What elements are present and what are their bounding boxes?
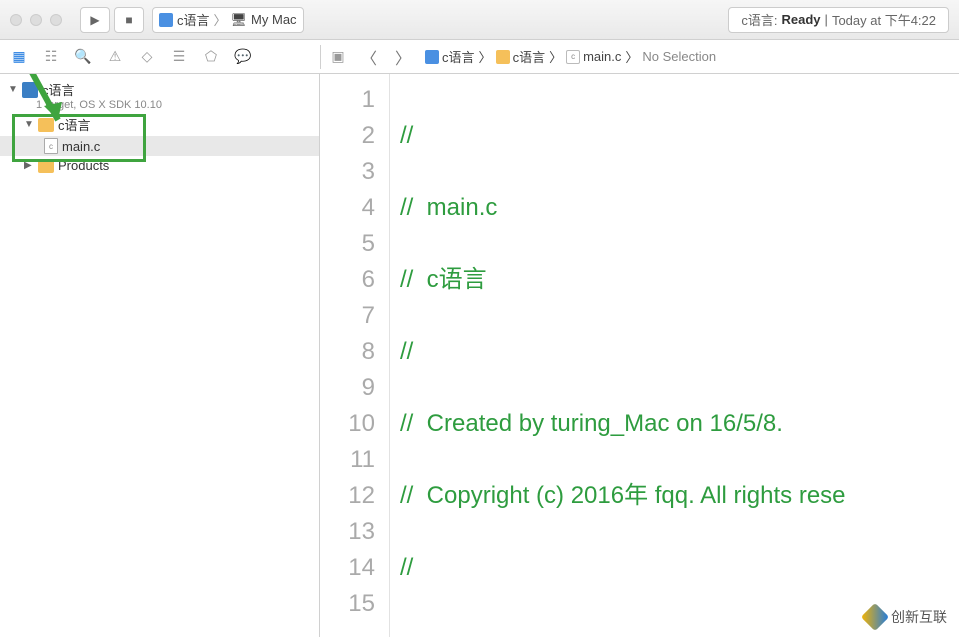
- tree-project[interactable]: ▼ c语言: [0, 78, 319, 101]
- symbol-navigator-icon[interactable]: ☷: [42, 48, 60, 66]
- chevron-right-icon: 〉: [214, 10, 227, 29]
- project-navigator: ▼ c语言 1 target, OS X SDK 10.10 ▼ c语言 c m…: [0, 74, 320, 637]
- line-number: 4: [320, 190, 375, 226]
- line-number: 12: [320, 478, 375, 514]
- breadcrumb[interactable]: c语言 〉 c语言 〉 cmain.c 〉 No Selection: [425, 47, 716, 66]
- line-number: 11: [320, 442, 375, 478]
- line-number: 7: [320, 298, 375, 334]
- no-selection: No Selection: [642, 49, 716, 64]
- line-number: 6: [320, 262, 375, 298]
- monitor-icon: 🖥: [231, 12, 248, 28]
- code-token: //: [400, 554, 413, 581]
- code-token: main.c: [427, 194, 498, 221]
- titlebar: ▶ ■ c语言 〉 🖥 My Mac c语言: Ready | Today at…: [0, 0, 959, 40]
- issue-navigator-icon[interactable]: ⚠: [106, 48, 124, 66]
- navigator-bar: ▦ ☷ 🔍 ⚠ ◇ ☰ ⬠ 💬 ▣ 〈 〉 c语言 〉 c语言 〉 cmain.…: [0, 40, 959, 74]
- line-number: 9: [320, 370, 375, 406]
- watermark-text: 创新互联: [891, 607, 947, 627]
- code-token: //: [400, 338, 413, 365]
- project-icon: [425, 50, 439, 64]
- code-content[interactable]: // // main.c // c语言 // // Created by tur…: [390, 74, 846, 637]
- chevron-right-icon: 〉: [625, 47, 638, 66]
- chevron-right-icon: 〉: [549, 47, 562, 66]
- status-sep: |: [825, 12, 828, 27]
- crumb-file: main.c: [583, 49, 621, 64]
- tree-label: main.c: [62, 139, 100, 154]
- folder-icon: [496, 50, 510, 64]
- code-token: // Created by turing_Mac on 16/5/8.: [400, 410, 783, 437]
- tree-label: c语言: [58, 115, 91, 134]
- traffic-lights: [10, 14, 62, 26]
- project-icon: [22, 82, 38, 98]
- line-gutter: 1 2 3 4 5 6 7 8 9 10 11 12 13 14 15: [320, 74, 390, 637]
- code-token: c语言: [427, 266, 487, 293]
- code-token: //: [400, 266, 427, 293]
- tree-label: Products: [58, 158, 109, 173]
- report-navigator-icon[interactable]: 💬: [234, 48, 252, 66]
- line-number: 2: [320, 118, 375, 154]
- line-number: 5: [320, 226, 375, 262]
- line-number: 1: [320, 82, 375, 118]
- crumb-project: c语言: [442, 47, 475, 66]
- status-bar: c语言: Ready | Today at 下午4:22: [728, 7, 949, 33]
- scheme-project: c语言: [177, 10, 210, 29]
- breakpoint-navigator-icon[interactable]: ⬠: [202, 48, 220, 66]
- stop-button[interactable]: ■: [114, 7, 144, 33]
- line-number: 14: [320, 550, 375, 586]
- run-button[interactable]: ▶: [80, 7, 110, 33]
- folder-icon: [38, 118, 54, 132]
- code-token: //: [400, 194, 427, 221]
- folder-icon: [38, 159, 54, 173]
- test-navigator-icon[interactable]: ◇: [138, 48, 156, 66]
- zoom-light[interactable]: [50, 14, 62, 26]
- disclosure-triangle-icon[interactable]: ▶: [24, 160, 34, 171]
- line-number: 13: [320, 514, 375, 550]
- project-navigator-icon[interactable]: ▦: [10, 48, 28, 66]
- watermark-logo-icon: [861, 603, 889, 631]
- tree-folder[interactable]: ▼ c语言: [0, 113, 319, 136]
- close-light[interactable]: [10, 14, 22, 26]
- scheme-selector[interactable]: c语言 〉 🖥 My Mac: [152, 7, 304, 33]
- main-area: ▼ c语言 1 target, OS X SDK 10.10 ▼ c语言 c m…: [0, 74, 959, 637]
- editor-bar: ▣ 〈 〉 c语言 〉 c语言 〉 cmain.c 〉 No Selection: [320, 45, 959, 69]
- project-icon: [159, 13, 173, 27]
- status-state: Ready: [782, 12, 821, 27]
- minimize-light[interactable]: [30, 14, 42, 26]
- line-number: 8: [320, 334, 375, 370]
- forward-button[interactable]: 〉: [391, 45, 415, 69]
- scheme-device: My Mac: [251, 12, 297, 27]
- tree-label: c语言: [42, 80, 75, 99]
- debug-navigator-icon[interactable]: ☰: [170, 48, 188, 66]
- disclosure-triangle-icon[interactable]: ▼: [24, 119, 34, 130]
- line-number: 15: [320, 586, 375, 622]
- navigator-selector: ▦ ☷ 🔍 ⚠ ◇ ☰ ⬠ 💬: [0, 48, 320, 66]
- related-items-icon[interactable]: ▣: [329, 48, 347, 66]
- chevron-right-icon: 〉: [479, 47, 492, 66]
- tree-products[interactable]: ▶ Products: [0, 156, 319, 175]
- crumb-folder: c语言: [513, 47, 546, 66]
- line-number: 10: [320, 406, 375, 442]
- line-number: 3: [320, 154, 375, 190]
- find-navigator-icon[interactable]: 🔍: [74, 48, 92, 66]
- tree-subtitle: 1 target, OS X SDK 10.10: [0, 99, 319, 111]
- status-project: c语言:: [741, 10, 777, 29]
- code-token: // Copyright (c) 2016年 fqq. All rights r…: [400, 482, 846, 509]
- watermark: 创新互联: [865, 607, 947, 627]
- file-icon: c: [566, 50, 580, 64]
- file-icon: c: [44, 138, 58, 154]
- disclosure-triangle-icon[interactable]: ▼: [8, 84, 18, 95]
- back-button[interactable]: 〈: [357, 45, 381, 69]
- code-editor[interactable]: 1 2 3 4 5 6 7 8 9 10 11 12 13 14 15 // /…: [320, 74, 959, 637]
- code-token: //: [400, 122, 413, 149]
- tree-file-selected[interactable]: c main.c: [0, 136, 319, 156]
- status-time: Today at 下午4:22: [832, 10, 936, 29]
